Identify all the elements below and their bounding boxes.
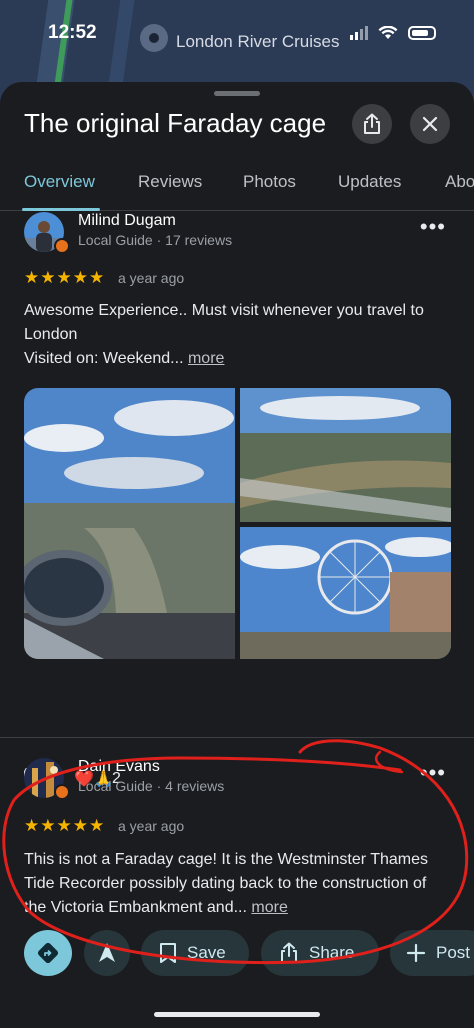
- reviewer-name[interactable]: Milind Dugam: [78, 212, 176, 230]
- status-icons: [350, 26, 436, 40]
- tab-about[interactable]: Abo: [445, 172, 474, 192]
- review-body: This is not a Faraday cage! It is the We…: [24, 851, 429, 916]
- status-time: 12:52: [48, 22, 97, 43]
- bookmark-icon: [160, 943, 176, 963]
- reviewer-meta: Local Guide · 17 reviews: [78, 232, 233, 248]
- post-button[interactable]: Post: [390, 930, 474, 976]
- review-body: Awesome Experience.. Must visit whenever…: [24, 302, 424, 343]
- review-divider: [0, 737, 474, 738]
- directions-icon: [37, 942, 59, 964]
- review-time: a year ago: [118, 270, 185, 286]
- close-button[interactable]: [410, 104, 450, 144]
- tab-overview[interactable]: Overview: [24, 172, 95, 192]
- tab-bar: Overview Reviews Photos Updates Abo: [0, 164, 474, 211]
- tab-reviews[interactable]: Reviews: [138, 172, 202, 192]
- directions-button[interactable]: [24, 930, 72, 976]
- start-navigation-button[interactable]: [84, 930, 130, 976]
- review-time: a year ago: [118, 818, 185, 834]
- more-options-icon[interactable]: •••: [420, 760, 446, 786]
- place-sheet: The original Faraday cage Overview Revie…: [0, 82, 474, 1028]
- review-photo[interactable]: [240, 388, 451, 522]
- active-tab-indicator: [22, 208, 100, 211]
- review-photo[interactable]: [24, 388, 235, 659]
- visited-value: Weekend...: [102, 350, 184, 367]
- local-guide-badge-icon: [54, 784, 70, 800]
- star-rating: ★★★★★: [24, 268, 106, 287]
- tab-updates[interactable]: Updates: [338, 172, 401, 192]
- reviewer-meta: Local Guide · 4 reviews: [78, 778, 225, 794]
- drag-handle[interactable]: [214, 91, 260, 96]
- navigation-arrow-icon: [99, 943, 115, 962]
- home-indicator: [154, 1012, 320, 1017]
- star-rating: ★★★★★: [24, 816, 106, 835]
- tab-photos[interactable]: Photos: [243, 172, 296, 192]
- save-label: Save: [187, 943, 226, 962]
- more-link[interactable]: more: [251, 899, 287, 916]
- share-icon: [364, 113, 380, 134]
- share-icon: [281, 942, 297, 963]
- signal-icon: [350, 26, 368, 40]
- review-text: This is not a Faraday cage! It is the We…: [24, 848, 450, 920]
- more-link[interactable]: more: [188, 350, 224, 367]
- plus-icon: [406, 943, 426, 963]
- review-photo[interactable]: [240, 527, 451, 659]
- map-pin-icon[interactable]: [140, 24, 168, 52]
- battery-icon: [408, 26, 436, 40]
- post-label: Post: [436, 943, 471, 962]
- reviewer-name[interactable]: Dain Evans: [78, 758, 160, 776]
- local-guide-badge-icon: [54, 238, 70, 254]
- close-icon: [422, 116, 438, 132]
- place-title: The original Faraday cage: [24, 108, 327, 138]
- action-bar: Save Share Post: [0, 920, 474, 986]
- review-text: Awesome Experience.. Must visit whenever…: [24, 299, 450, 371]
- visited-label: Visited on:: [24, 350, 99, 367]
- share-place-button[interactable]: [352, 104, 392, 144]
- share-label: Share: [309, 943, 355, 962]
- share-button[interactable]: Share: [261, 930, 379, 976]
- wifi-icon: [378, 26, 398, 39]
- map-place-label[interactable]: London River Cruises: [176, 32, 339, 52]
- save-button[interactable]: Save: [141, 930, 249, 976]
- more-options-icon[interactable]: •••: [420, 214, 446, 240]
